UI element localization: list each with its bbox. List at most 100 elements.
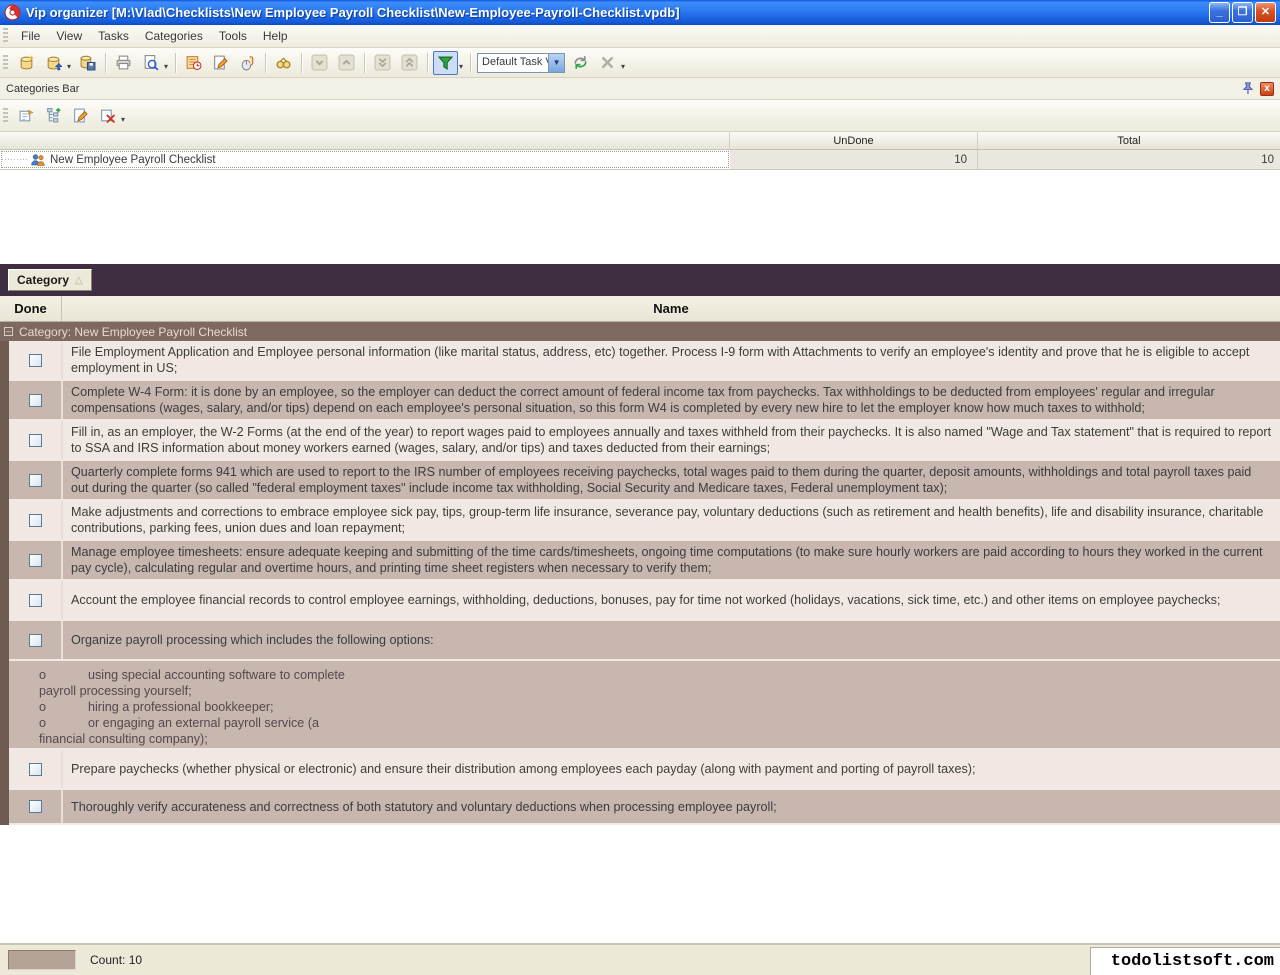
done-cell[interactable] <box>9 341 63 379</box>
task-row[interactable]: Make adjustments and corrections to embr… <box>9 501 1280 541</box>
done-cell[interactable] <box>9 581 63 619</box>
checkbox-unchecked-icon[interactable] <box>29 394 42 407</box>
done-cell[interactable] <box>9 790 63 823</box>
new-database-button[interactable] <box>14 51 39 75</box>
menu-tools[interactable]: Tools <box>211 26 255 46</box>
checkbox-unchecked-icon[interactable] <box>29 634 42 647</box>
new-category-button[interactable] <box>14 104 39 128</box>
categories-toolbar-grip[interactable] <box>3 108 8 124</box>
save-database-button[interactable] <box>75 51 100 75</box>
task-text[interactable]: Complete W-4 Form: it is done by an empl… <box>63 381 1280 419</box>
collapse-icon[interactable]: – <box>4 327 13 336</box>
categories-overflow-icon[interactable]: ▾ <box>121 115 125 124</box>
task-view-combobox[interactable]: Default Task V ▼ <box>477 53 565 73</box>
task-row[interactable]: Thoroughly verify accurateness and corre… <box>9 790 1280 825</box>
restore-button[interactable]: ❐ <box>1232 2 1253 23</box>
task-text[interactable]: Thoroughly verify accurateness and corre… <box>63 790 1280 823</box>
combo-dropdown-icon[interactable]: ▼ <box>548 54 564 72</box>
task-sub-options[interactable]: o using special accounting software to c… <box>9 661 1280 750</box>
task-rows: File Employment Application and Employee… <box>0 341 1280 825</box>
new-task-button[interactable] <box>181 51 206 75</box>
category-name-cell[interactable]: New Employee Payroll Checklist <box>0 150 730 169</box>
print-preview-button[interactable] <box>138 51 163 75</box>
edit-task-button[interactable] <box>208 51 233 75</box>
column-header-name[interactable]: Name <box>62 296 1280 321</box>
category-group-row[interactable]: – Category: New Employee Payroll Checkli… <box>0 322 1280 341</box>
group-by-label: Category <box>17 273 69 287</box>
column-header-category-name[interactable] <box>0 132 730 149</box>
task-row[interactable]: Account the employee financial records t… <box>9 581 1280 621</box>
task-text[interactable]: Account the employee financial records t… <box>63 581 1280 619</box>
group-by-category-button[interactable]: Category △ <box>8 269 92 291</box>
done-cell[interactable] <box>9 621 63 659</box>
move-task-up-button[interactable] <box>334 51 359 75</box>
checkbox-unchecked-icon[interactable] <box>29 800 42 813</box>
done-cell[interactable] <box>9 421 63 459</box>
open-database-button[interactable] <box>41 51 66 75</box>
pin-icon[interactable] <box>1240 81 1255 96</box>
task-row[interactable]: Prepare paychecks (whether physical or e… <box>9 750 1280 790</box>
sub-option-line: o hiring a professional bookkeeper; <box>39 699 1272 715</box>
done-cell[interactable] <box>9 461 63 499</box>
column-header-total[interactable]: Total <box>978 132 1280 149</box>
filter-dropdown-icon[interactable]: ▾ <box>459 62 463 71</box>
close-button[interactable]: ✕ <box>1255 2 1276 23</box>
column-header-undone[interactable]: UnDone <box>730 132 978 149</box>
checkbox-unchecked-icon[interactable] <box>29 354 42 367</box>
task-text[interactable]: Fill in, as an employer, the W-2 Forms (… <box>63 421 1280 459</box>
task-row[interactable]: Quarterly complete forms 941 which are u… <box>9 461 1280 501</box>
print-button[interactable] <box>111 51 136 75</box>
app-icon <box>4 4 21 21</box>
task-row[interactable]: Organize payroll processing which includ… <box>9 621 1280 661</box>
find-task-button[interactable] <box>271 51 296 75</box>
move-task-bottom-button[interactable] <box>370 51 395 75</box>
task-text[interactable]: Quarterly complete forms 941 which are u… <box>63 461 1280 499</box>
minimize-button[interactable]: _ <box>1209 2 1230 23</box>
edit-category-button[interactable] <box>68 104 93 128</box>
categories-bar-close-icon[interactable]: x <box>1260 82 1274 96</box>
task-text[interactable]: Organize payroll processing which includ… <box>63 621 1280 659</box>
task-text[interactable]: File Employment Application and Employee… <box>63 341 1280 379</box>
toolbar-overflow-icon[interactable]: ▾ <box>621 62 625 71</box>
toolbar-grip[interactable] <box>3 55 8 71</box>
edit-task-icon <box>212 54 229 71</box>
checkbox-unchecked-icon[interactable] <box>29 474 42 487</box>
menu-categories[interactable]: Categories <box>137 26 211 46</box>
drag-task-button[interactable] <box>235 51 260 75</box>
delete-view-button[interactable] <box>595 51 620 75</box>
task-row[interactable]: Fill in, as an employer, the W-2 Forms (… <box>9 421 1280 461</box>
menu-file[interactable]: File <box>13 26 48 46</box>
delete-category-button[interactable] <box>95 104 120 128</box>
menu-help[interactable]: Help <box>255 26 296 46</box>
checkbox-unchecked-icon[interactable] <box>29 594 42 607</box>
column-header-done[interactable]: Done <box>0 296 62 321</box>
move-task-down-button[interactable] <box>307 51 332 75</box>
done-cell[interactable] <box>9 501 63 539</box>
new-subcategory-button[interactable] <box>41 104 66 128</box>
task-row[interactable]: Complete W-4 Form: it is done by an empl… <box>9 381 1280 421</box>
menu-view[interactable]: View <box>48 26 90 46</box>
checkbox-unchecked-icon[interactable] <box>29 763 42 776</box>
print-preview-dropdown-icon[interactable]: ▾ <box>164 62 168 71</box>
done-cell[interactable] <box>9 541 63 579</box>
categories-panel-empty-area <box>0 170 1280 264</box>
double-chevron-up-icon <box>401 54 418 71</box>
toolbar-separator <box>265 53 266 73</box>
checkbox-unchecked-icon[interactable] <box>29 434 42 447</box>
task-text[interactable]: Manage employee timesheets: ensure adequ… <box>63 541 1280 579</box>
task-text[interactable]: Prepare paychecks (whether physical or e… <box>63 750 1280 788</box>
task-row[interactable]: Manage employee timesheets: ensure adequ… <box>9 541 1280 581</box>
category-row[interactable]: New Employee Payroll Checklist 10 10 <box>0 150 1280 170</box>
done-cell[interactable] <box>9 750 63 788</box>
done-cell[interactable] <box>9 381 63 419</box>
task-text[interactable]: Make adjustments and corrections to embr… <box>63 501 1280 539</box>
menu-tasks[interactable]: Tasks <box>90 26 137 46</box>
checkbox-unchecked-icon[interactable] <box>29 554 42 567</box>
checkbox-unchecked-icon[interactable] <box>29 514 42 527</box>
move-task-top-button[interactable] <box>397 51 422 75</box>
open-database-dropdown-icon[interactable]: ▾ <box>67 62 71 71</box>
task-row[interactable]: File Employment Application and Employee… <box>9 341 1280 381</box>
menu-grip[interactable] <box>3 28 8 44</box>
save-view-button[interactable] <box>568 51 593 75</box>
filter-button[interactable] <box>433 51 458 75</box>
